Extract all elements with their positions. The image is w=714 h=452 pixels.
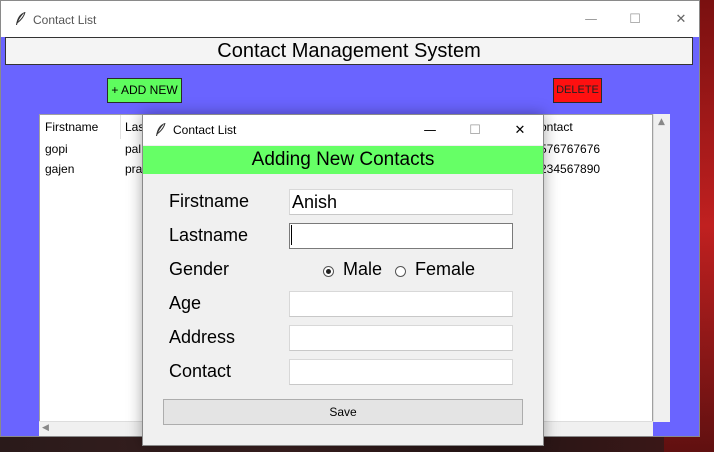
scroll-up-icon[interactable]: ▲ [658, 117, 665, 127]
scroll-left-icon[interactable]: ◀ [42, 423, 49, 433]
add-new-button[interactable]: + ADD NEW [107, 78, 182, 103]
text-cursor [291, 225, 292, 245]
delete-button[interactable]: DELETE [553, 78, 602, 103]
close-button[interactable]: ✕ [659, 1, 703, 37]
window-title: Contact List [33, 13, 97, 27]
table-cell-contact[interactable]: 234567890 [540, 162, 600, 176]
feather-icon [15, 12, 27, 26]
address-label: Address [169, 327, 236, 347]
lastname-input[interactable] [289, 223, 513, 249]
lastname-label: Lastname [169, 225, 249, 245]
add-contact-dialog: Contact List — ☐ ✕ Adding New Contacts F… [142, 114, 544, 446]
column-header-contact[interactable]: ontact [540, 120, 573, 134]
app-header: Contact Management System [5, 37, 693, 65]
contact-label: Contact [169, 361, 232, 381]
column-header-firstname[interactable]: Firstname [45, 120, 98, 134]
dialog-title: Contact List [173, 123, 237, 137]
gender-female-label[interactable]: Female [415, 259, 475, 280]
feather-icon [155, 123, 167, 137]
column-divider[interactable] [120, 115, 121, 139]
contact-input[interactable] [289, 359, 513, 385]
table-cell-contact[interactable]: 576767676 [540, 142, 600, 156]
gender-female-radio[interactable] [395, 266, 406, 277]
dialog-banner: Adding New Contacts [143, 146, 543, 174]
gender-label: Gender [169, 259, 230, 279]
maximize-button[interactable]: ☐ [453, 115, 497, 145]
radio-selected-dot [326, 269, 331, 274]
address-input[interactable] [289, 325, 513, 351]
gender-male-label[interactable]: Male [343, 259, 382, 280]
vertical-scrollbar[interactable]: ▲ [653, 114, 670, 422]
dialog-titlebar[interactable]: Contact List — ☐ ✕ [143, 115, 543, 145]
table-cell-firstname[interactable]: gajen [45, 162, 74, 176]
main-titlebar[interactable]: Contact List — ☐ ✕ [1, 1, 699, 37]
maximize-button[interactable]: ☐ [613, 1, 657, 37]
minimize-button[interactable]: — [569, 1, 613, 37]
firstname-label: Firstname [169, 191, 250, 211]
age-input[interactable] [289, 291, 513, 317]
table-cell-firstname[interactable]: gopi [45, 142, 68, 156]
table-cell-lastname[interactable]: pal [125, 142, 141, 156]
close-button[interactable]: ✕ [498, 115, 542, 145]
save-button[interactable]: Save [163, 399, 523, 425]
gender-male-radio[interactable] [323, 266, 334, 277]
age-label: Age [169, 293, 202, 313]
table-cell-lastname[interactable]: pra [125, 162, 142, 176]
firstname-input[interactable] [289, 189, 513, 215]
minimize-button[interactable]: — [408, 115, 452, 145]
